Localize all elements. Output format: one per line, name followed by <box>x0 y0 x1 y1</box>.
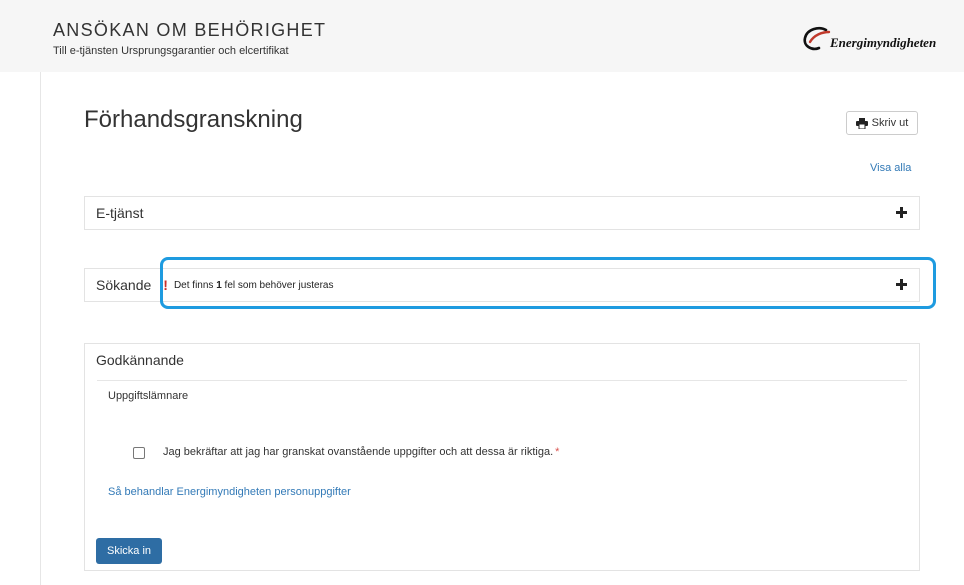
panel-godkannande: Godkännande Uppgiftslämnare Jag bekräfta… <box>84 343 920 571</box>
panel-sokande-title: Sökande <box>96 277 152 293</box>
panel-godkannande-header: Godkännande <box>85 344 919 376</box>
panel-sokande-header[interactable]: Sökande ! Det finns 1 fel som behöver ju… <box>85 269 919 301</box>
error-prefix: Det finns <box>173 279 217 291</box>
print-button-label: Skriv ut <box>871 117 909 129</box>
panel-etjanst: E-tjänst <box>84 196 920 230</box>
swoosh-logo-icon <box>803 26 831 51</box>
print-button[interactable]: Skriv ut <box>846 111 918 135</box>
confirm-text: Jag bekräftar att jag har granskat ovans… <box>163 446 554 458</box>
divider <box>97 380 907 381</box>
app-title: ANSÖKAN OM BEHÖRIGHET <box>53 20 327 40</box>
panel-godkannande-title: Godkännande <box>96 352 184 368</box>
error-exclamation-icon: ! <box>163 277 168 293</box>
printer-icon <box>855 117 868 129</box>
panel-sokande: Sökande ! Det finns 1 fel som behöver ju… <box>84 268 920 302</box>
energimyndigheten-logo: Energimyndigheten <box>802 24 962 54</box>
panel-etjanst-title: E-tjänst <box>96 205 144 221</box>
privacy-link[interactable]: Så behandlar Energimyndigheten personupp… <box>108 486 351 498</box>
logo-text: Energimyndigheten <box>830 35 937 50</box>
page-title: Förhandsgranskning <box>84 106 303 133</box>
submit-button[interactable]: Skicka in <box>96 538 162 564</box>
panel-etjanst-header[interactable]: E-tjänst <box>85 197 919 229</box>
show-all-link[interactable]: Visa alla <box>870 162 911 174</box>
required-marker: * <box>555 446 560 458</box>
confirm-checkbox[interactable] <box>133 447 145 459</box>
app-subtitle: Till e-tjänsten Ursprungsgarantier och e… <box>53 45 289 57</box>
error-message: Det finns 1 fel som behöver justeras <box>174 280 334 291</box>
plus-icon[interactable] <box>896 207 907 218</box>
plus-icon[interactable] <box>896 279 907 290</box>
site-header: ANSÖKAN OM BEHÖRIGHET Till e-tjänsten Ur… <box>0 0 964 72</box>
uppgiftslamnare-heading: Uppgiftslämnare <box>108 390 189 402</box>
error-suffix: fel som behöver justeras <box>221 279 334 291</box>
confirm-label: Jag bekräftar att jag har granskat ovans… <box>163 446 559 458</box>
